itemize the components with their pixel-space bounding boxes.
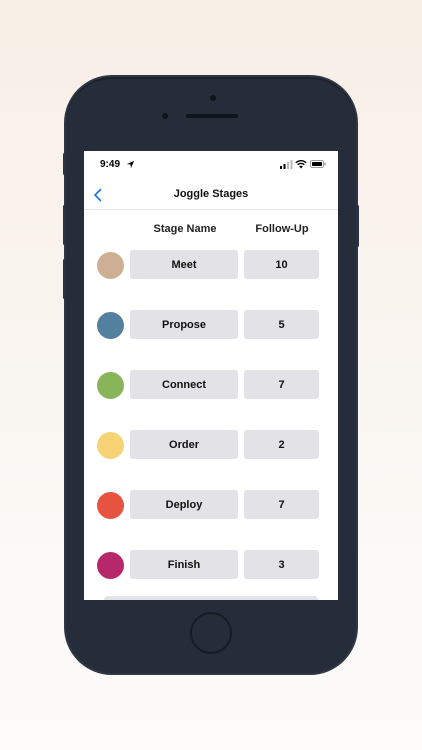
follow-up-field[interactable]: 10 xyxy=(244,250,319,279)
stage-color-swatch[interactable] xyxy=(97,492,124,519)
home-button[interactable] xyxy=(190,612,232,654)
wifi-icon xyxy=(295,159,307,169)
follow-up-field[interactable]: 5 xyxy=(244,310,319,339)
save-button[interactable] xyxy=(104,596,318,600)
battery-icon xyxy=(310,160,326,168)
column-header-stage-name: Stage Name xyxy=(153,223,217,235)
camera-icon xyxy=(210,95,216,101)
stage-row-order: Order 2 xyxy=(84,430,338,460)
stage-name-field[interactable]: Propose xyxy=(130,310,238,339)
front-sensor xyxy=(162,113,168,119)
stage-row-meet: Meet 10 xyxy=(84,250,338,280)
page-title: Joggle Stages xyxy=(173,188,249,200)
app-screen: 9:49 Joggle Stages Stage Name Follow-Up xyxy=(84,151,338,600)
stage-name-field[interactable]: Deploy xyxy=(130,490,238,519)
follow-up-field[interactable]: 7 xyxy=(244,490,319,519)
stage-color-swatch[interactable] xyxy=(97,312,124,339)
stage-name-field[interactable]: Finish xyxy=(130,550,238,579)
earpiece-speaker xyxy=(186,114,238,118)
silent-switch xyxy=(63,153,66,175)
cellular-signal-icon xyxy=(280,160,293,169)
column-header-follow-up: Follow-Up xyxy=(255,223,309,235)
stage-row-finish: Finish 3 xyxy=(84,550,338,580)
stage-color-swatch[interactable] xyxy=(97,432,124,459)
follow-up-field[interactable]: 7 xyxy=(244,370,319,399)
stage-row-deploy: Deploy 7 xyxy=(84,490,338,520)
location-arrow-icon xyxy=(126,160,135,169)
volume-up-button xyxy=(63,205,66,245)
power-button xyxy=(356,205,359,247)
follow-up-field[interactable]: 3 xyxy=(244,550,319,579)
stage-name-field[interactable]: Order xyxy=(130,430,238,459)
stage-name-field[interactable]: Meet xyxy=(130,250,238,279)
stage-row-connect: Connect 7 xyxy=(84,370,338,400)
navigation-bar: Joggle Stages xyxy=(84,179,338,210)
volume-down-button xyxy=(63,259,66,299)
status-time: 9:49 xyxy=(100,159,121,170)
stage-row-propose: Propose 5 xyxy=(84,310,338,340)
stage-name-field[interactable]: Connect xyxy=(130,370,238,399)
stage-color-swatch[interactable] xyxy=(97,372,124,399)
status-bar: 9:49 xyxy=(84,151,338,179)
follow-up-field[interactable]: 2 xyxy=(244,430,319,459)
stage-color-swatch[interactable] xyxy=(97,552,124,579)
stage-color-swatch[interactable] xyxy=(97,252,124,279)
